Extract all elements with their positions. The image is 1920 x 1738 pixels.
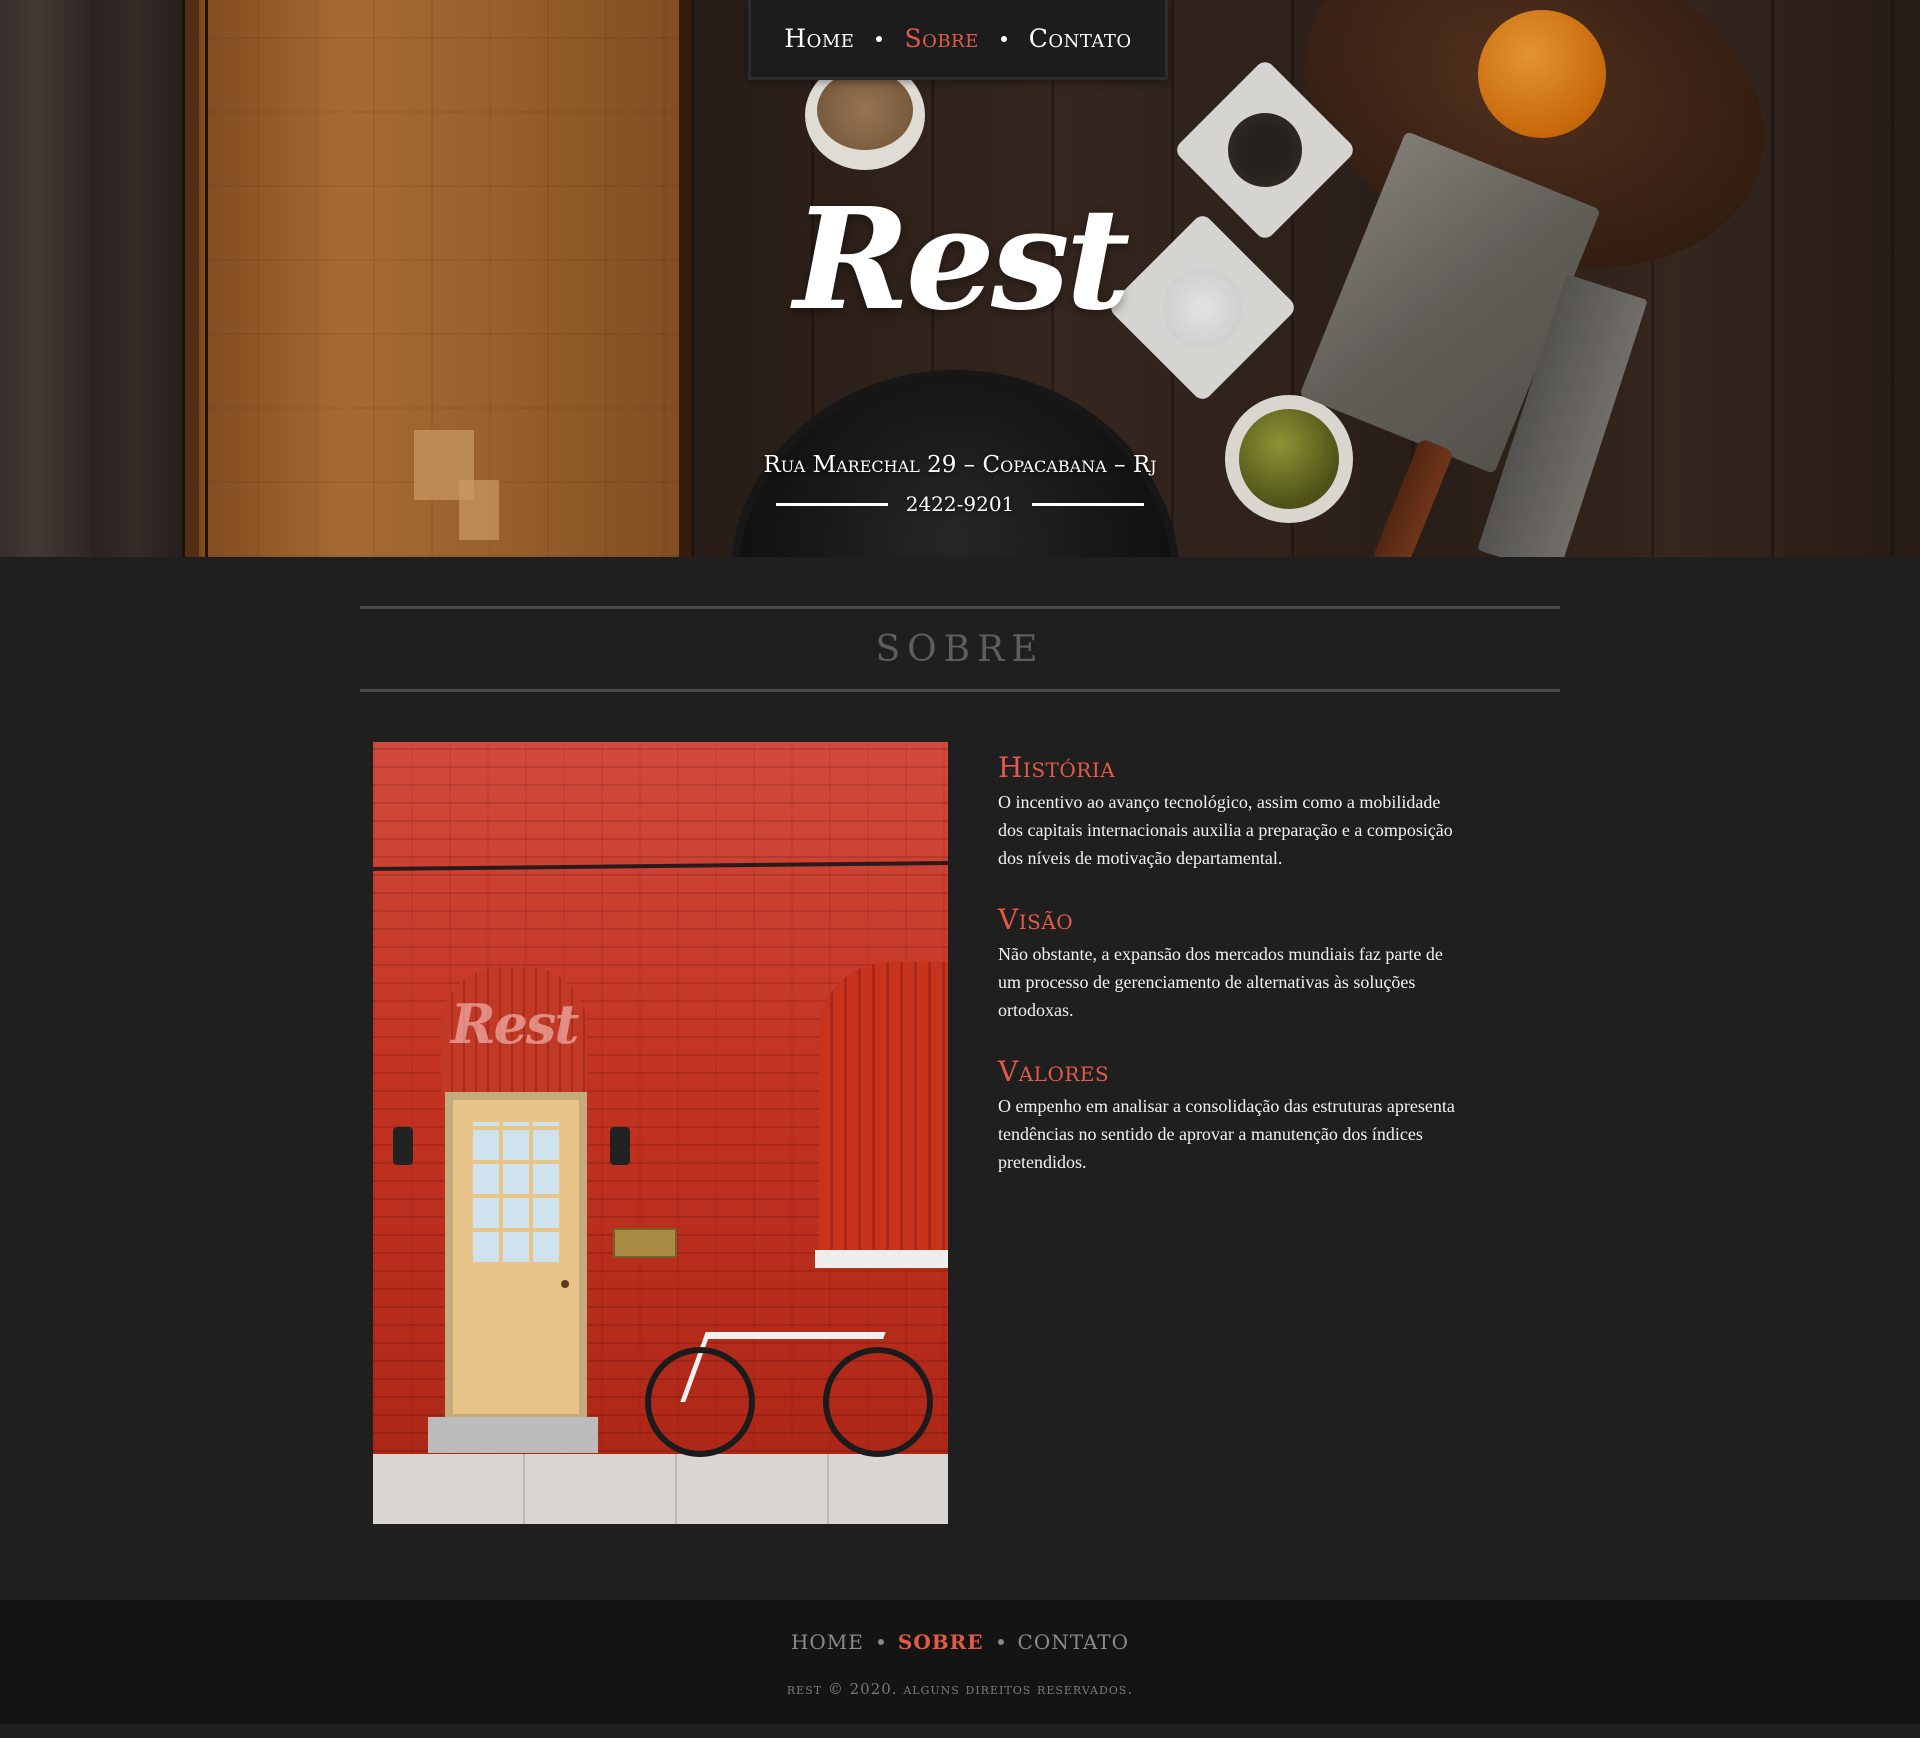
hero-banner: Home Sobre Contato Rest Rua Marechal 29 …	[0, 0, 1920, 557]
nav-sobre[interactable]: Sobre	[904, 24, 978, 53]
window-shutter	[819, 962, 948, 1252]
footer-separator-dot	[997, 1639, 1004, 1645]
footer-separator-dot	[877, 1639, 884, 1645]
nav-separator-dot	[1000, 35, 1007, 42]
about-text-column: História O incentivo ao avanço tecnológi…	[998, 742, 1458, 1204]
phone-number: 2422-9201	[905, 492, 1015, 516]
block-text: O incentivo ao avanço tecnológico, assim…	[998, 792, 1453, 868]
footer-nav-home[interactable]: HOME	[791, 1630, 864, 1654]
block-heading: Valores	[998, 1055, 1110, 1088]
block-heading: História	[998, 751, 1116, 784]
block-heading: Visão	[998, 903, 1074, 936]
footer-nav: HOME SOBRE CONTATO	[0, 1630, 1920, 1654]
divider-line	[1032, 502, 1144, 506]
section-title: SOBRE	[875, 628, 1045, 670]
copyright-text: rest © 2020. alguns direitos reservados.	[786, 1680, 1134, 1698]
mailbox	[613, 1228, 677, 1258]
nav-home[interactable]: Home	[784, 24, 854, 53]
about-block-visao: Visão Não obstante, a expansão dos merca…	[998, 900, 1458, 1024]
phone-row: 2422-9201	[776, 488, 1144, 520]
about-block-historia: História O incentivo ao avanço tecnológi…	[998, 748, 1458, 872]
door-sign-logo: Rest	[450, 992, 580, 1056]
door	[445, 1092, 587, 1422]
nav-separator-dot	[876, 35, 883, 42]
top-nav: Home Sobre Contato	[748, 0, 1168, 80]
section-header: SOBRE	[360, 606, 1560, 692]
address-text: Rua Marechal 29 – Copacabana – Rj	[763, 452, 1157, 478]
wall-lamp	[393, 1127, 413, 1165]
divider-line	[776, 502, 888, 506]
footer-nav-contato[interactable]: CONTATO	[1018, 1630, 1130, 1654]
block-text: O empenho em analisar a consolidação das…	[998, 1096, 1455, 1172]
block-text: Não obstante, a expansão dos mercados mu…	[998, 944, 1443, 1020]
nav-contato[interactable]: Contato	[1029, 24, 1132, 53]
footer: HOME SOBRE CONTATO rest © 2020. alguns d…	[0, 1600, 1920, 1724]
restaurant-facade-photo: Rest	[373, 742, 948, 1524]
about-block-valores: Valores O empenho em analisar a consolid…	[998, 1052, 1458, 1176]
site-logo[interactable]: Rest	[780, 160, 1140, 360]
footer-nav-sobre[interactable]: SOBRE	[898, 1630, 984, 1654]
wall-lamp	[610, 1127, 630, 1165]
